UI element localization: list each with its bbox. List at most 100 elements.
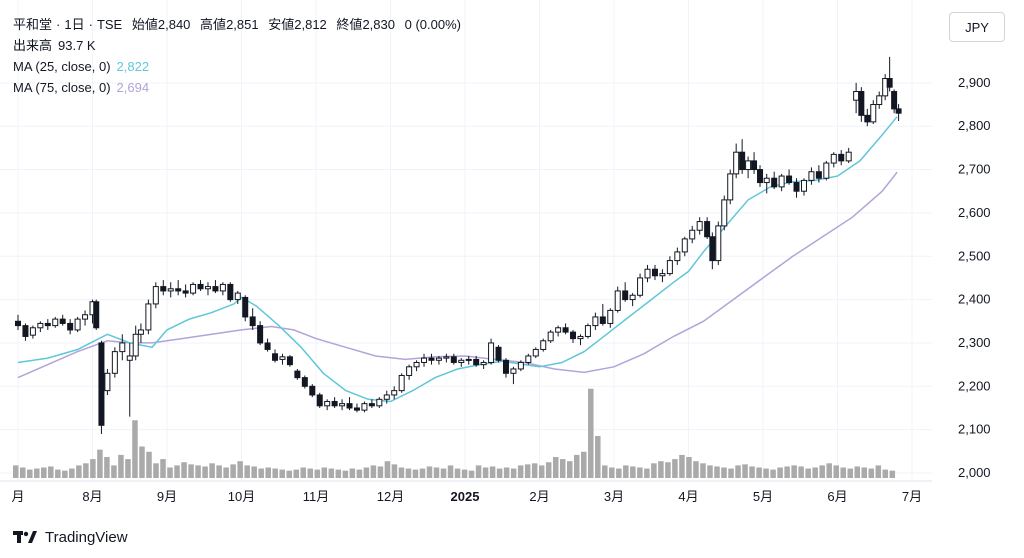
candle — [540, 338, 547, 352]
volume-bar — [742, 464, 748, 478]
ma25-row[interactable]: MA (25, close, 0) 2,822 — [13, 56, 461, 77]
tradingview-icon — [13, 531, 37, 543]
volume-bar — [531, 463, 538, 478]
volume-bar — [552, 457, 559, 478]
candle — [316, 392, 323, 408]
candle — [182, 284, 189, 298]
volume-bar — [784, 466, 790, 478]
volume-bar — [721, 467, 727, 478]
candle — [622, 282, 629, 302]
candle — [74, 316, 81, 333]
candle — [592, 312, 599, 330]
y-tick-label: 2,700 — [958, 162, 991, 177]
volume-bar — [412, 469, 419, 478]
candle — [301, 375, 308, 389]
candle — [249, 308, 256, 330]
volume-bar — [833, 465, 839, 478]
price-axis[interactable]: 2,000 2,100 2,200 2,300 2,400 2,500 2,600 2,700… — [958, 75, 991, 480]
volume-bar — [419, 468, 426, 478]
candle — [119, 334, 126, 361]
ma75-value: 2,694 — [116, 80, 150, 95]
volume-bar — [777, 467, 783, 478]
volume-bar — [104, 457, 110, 478]
volume-bar — [665, 462, 671, 478]
volume-bar — [76, 465, 82, 478]
candle — [876, 91, 883, 109]
candle — [391, 386, 398, 400]
volume-bar — [405, 468, 412, 478]
volume-bar — [132, 420, 138, 478]
candle — [294, 368, 301, 380]
volume-bar — [83, 463, 89, 478]
volume-bar — [468, 470, 475, 478]
candle — [480, 360, 487, 369]
volume-bar — [861, 467, 868, 478]
candle — [15, 314, 21, 330]
x-tick-label: 9月 — [157, 489, 177, 504]
open-label: 始値 — [131, 17, 158, 32]
volume-bar — [875, 465, 882, 478]
candle — [870, 100, 877, 125]
close-value: 2,830 — [362, 17, 395, 32]
candle — [361, 401, 368, 413]
candle — [286, 355, 293, 367]
candle — [771, 171, 778, 190]
volume-bar — [34, 468, 40, 478]
volume-bar — [496, 468, 503, 478]
x-tick-label: 3月 — [604, 489, 624, 504]
volume-bar — [384, 461, 391, 478]
candle — [577, 334, 584, 346]
candle — [331, 397, 338, 408]
candle — [137, 323, 144, 343]
volume-bar — [335, 469, 342, 478]
y-tick-label: 2,000 — [958, 465, 991, 480]
volume-bar — [524, 464, 531, 478]
high-label: 高値 — [200, 17, 227, 32]
volume-bar — [489, 466, 496, 478]
volume-bar — [356, 469, 363, 478]
candle — [59, 314, 66, 326]
candle — [757, 165, 764, 187]
candle — [709, 232, 716, 270]
volume-bar — [279, 469, 285, 478]
candle — [830, 152, 837, 168]
candle — [93, 299, 100, 330]
currency-button[interactable]: JPY — [949, 12, 1005, 42]
volume-bar — [363, 467, 370, 478]
x-tick-label: 6月 — [827, 489, 847, 504]
candle — [689, 225, 696, 244]
x-tick-label: 11月 — [303, 489, 330, 504]
volume-bar — [398, 467, 405, 478]
interval[interactable]: 1日 — [64, 17, 84, 32]
volume-bar — [868, 468, 875, 478]
x-tick-label: 7月 — [902, 489, 922, 504]
volume-bar — [812, 467, 818, 478]
volume-bar — [237, 461, 243, 478]
volume-bar — [349, 468, 356, 478]
volume-bar — [517, 465, 524, 478]
y-tick-label: 2,100 — [958, 422, 991, 437]
candle — [376, 397, 383, 408]
volume-bar — [461, 469, 468, 478]
tradingview-logo[interactable]: TradingView — [13, 526, 128, 548]
candle — [745, 156, 752, 179]
volume-bar — [258, 468, 264, 478]
candle — [751, 152, 758, 174]
volume-value: 93.7 K — [58, 38, 96, 53]
ma75-row[interactable]: MA (75, close, 0) 2,694 — [13, 77, 461, 98]
volume-bar — [230, 464, 236, 478]
ma75-label: MA (75, close, 0) — [13, 80, 111, 95]
candle — [353, 403, 360, 413]
candle — [858, 87, 865, 122]
volume-bar — [616, 468, 622, 478]
candle — [864, 108, 871, 127]
candle — [637, 273, 644, 298]
volume-bar — [805, 468, 811, 478]
volume-bar — [195, 465, 201, 478]
time-axis[interactable]: 月 8月 9月 10月 11月 12月 2025 2月 3月 4月 5月 6月 7月 — [0, 480, 932, 504]
volume-bar — [321, 467, 328, 478]
symbol-name[interactable]: 平和堂 — [13, 17, 52, 32]
candle — [659, 269, 666, 283]
volume-bar — [286, 470, 292, 478]
volume-bar — [160, 459, 166, 478]
